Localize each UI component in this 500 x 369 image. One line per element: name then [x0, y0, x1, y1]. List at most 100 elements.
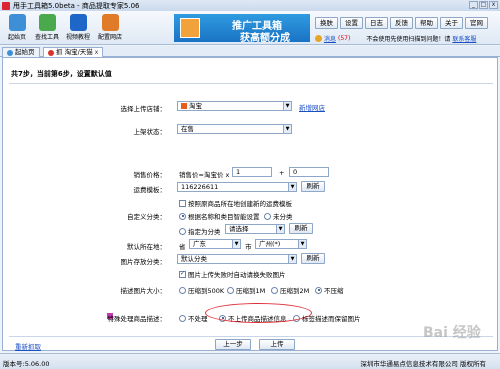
image-replace-option[interactable]: 图片上传失败时自动请换失败图片 [179, 269, 286, 279]
compress-2m-option[interactable]: 压缩到2M [271, 285, 309, 295]
province-select[interactable]: 广东 ▼ [189, 239, 241, 249]
minimize-button[interactable]: _ [469, 1, 478, 9]
no-process-option[interactable]: 不处理 [179, 313, 208, 323]
chevron-down-icon: ▼ [232, 240, 240, 248]
app-icon [2, 1, 10, 10]
toolbox-icon [180, 18, 200, 38]
menu-website-button[interactable]: 官网 [465, 17, 488, 29]
toolbar-video-button[interactable]: 视频教程 [64, 14, 92, 41]
category-select[interactable]: 请选择 ▼ [225, 224, 285, 234]
menu-feedback-button[interactable]: 反馈 [390, 17, 413, 29]
message-count: (57) [338, 35, 351, 42]
new-shop-link[interactable]: 新增网店 [299, 102, 325, 112]
menu-about-button[interactable]: 关于 [440, 17, 463, 29]
price-multiplier-input[interactable]: 1 [232, 167, 272, 177]
category-smart-option[interactable]: 根据名称和类目智能设置 [179, 211, 260, 221]
toolbar-home-button[interactable]: 起始页 [3, 14, 31, 41]
category-specified-option[interactable]: 指定为分类 [179, 226, 221, 236]
city-prefix: 市 [245, 243, 252, 251]
radio[interactable] [179, 227, 186, 235]
tab-label: 抓 淘宝/天猫 [56, 48, 93, 56]
reset-grab-link[interactable]: 重新抓取 [15, 341, 41, 351]
toolbar-find-tool-button[interactable]: 查找工具 [33, 14, 61, 41]
status-value: 在售 [181, 125, 194, 133]
no-compress-option[interactable]: 不压缩 [315, 285, 344, 295]
shop-config-icon [101, 14, 119, 31]
option-label: 根据名称和类目智能设置 [188, 213, 260, 221]
tab-start-page[interactable]: 起始页 [2, 47, 40, 57]
menu-help-button[interactable]: 帮助 [415, 17, 438, 29]
price-add-input[interactable]: 0 [289, 167, 329, 177]
chevron-down-icon: ▼ [283, 102, 291, 110]
radio[interactable] [271, 286, 278, 294]
image-category-select[interactable]: 默认分类 ▼ [177, 254, 297, 264]
compress-1m-option[interactable]: 压缩到1M [227, 285, 265, 295]
tab-close-icon[interactable]: x [95, 48, 99, 57]
shipping-value: 116226611 [181, 183, 219, 191]
compress-label: 描述图片大小： [120, 287, 167, 295]
checkbox[interactable] [179, 270, 186, 278]
radio[interactable] [315, 286, 322, 294]
shop-value: 淘宝 [189, 102, 202, 110]
messages-link[interactable]: 消息 [324, 34, 336, 43]
option-label: 未分类 [273, 213, 293, 221]
refresh-image-category-button[interactable]: 刷新 [301, 253, 325, 264]
menu-skin-button[interactable]: 换肤 [315, 17, 338, 29]
prev-step-button[interactable]: 上一步 [215, 339, 251, 350]
message-line: 消息 (57) 不会使用先使用扫描到问题！请 联系客服 [315, 34, 476, 43]
maximize-button[interactable]: □ [479, 1, 488, 9]
home-icon [7, 49, 13, 56]
compress-500k-option[interactable]: 压缩到500K [179, 285, 224, 295]
category-uncategorized-option[interactable]: 未分类 [264, 211, 293, 221]
city-select[interactable]: 广州(*) ▼ [255, 239, 307, 249]
radio[interactable] [179, 314, 186, 322]
step-title: 共7步，当前第6步，设置默认值 [11, 70, 112, 78]
title-bar: 甩手工具箱5.0beta - 商品提取专家5.06 _ □ x [0, 0, 500, 11]
divider [9, 83, 493, 84]
toolbar-shop-config-button[interactable]: 配置网店 [96, 14, 124, 41]
option-label: 不压缩 [324, 287, 344, 295]
copyright-text: 深圳市华通易点信息技术有限公司 版权所有 [360, 360, 486, 368]
window-controls: _ □ x [469, 1, 498, 9]
upload-button[interactable]: 上传 [259, 339, 295, 350]
shipping-by-location-option[interactable]: 按照原商品所在地创建新的运费模板 [179, 198, 292, 208]
category-label: 自定义分类： [127, 213, 166, 221]
home-icon [8, 14, 26, 31]
notice-text: 不会使用先使用扫描到问题！请 [366, 36, 451, 43]
video-icon [69, 14, 87, 31]
plus-sign: + [279, 169, 285, 177]
image-category-value: 默认分类 [181, 255, 207, 263]
shop-select[interactable]: 淘宝 ▼ [177, 101, 292, 111]
tab-bar: 起始页 抓 淘宝/天猫 x [0, 46, 500, 57]
promo-banner[interactable]: 推广工具箱 获高额分成 [174, 14, 310, 44]
option-label: 按照原商品所在地创建新的运费模板 [188, 200, 292, 208]
taobao-icon [181, 103, 187, 109]
shipping-template-select[interactable]: 116226611 ▼ [177, 182, 297, 192]
status-bar: 版本号:5.06.00 深圳市华通易点信息技术有限公司 版权所有 [0, 353, 500, 369]
option-label: 不处理 [188, 315, 208, 323]
refresh-category-button[interactable]: 刷新 [289, 223, 313, 234]
banner-line2: 获高额分成 [240, 33, 290, 44]
find-tool-icon [38, 14, 56, 31]
checkbox[interactable] [179, 199, 186, 207]
city-value: 广州(*) [259, 240, 281, 248]
province-value: 广东 [193, 240, 206, 248]
option-label: 压缩到2M [280, 287, 310, 295]
tab-taobao-tmall[interactable]: 抓 淘宝/天猫 x [43, 47, 104, 57]
option-label: 压缩到500K [188, 287, 225, 295]
radio[interactable] [227, 286, 234, 294]
version-text: 版本号:5.06.00 [3, 360, 50, 368]
radio[interactable] [179, 286, 186, 294]
menu-settings-button[interactable]: 设置 [340, 17, 363, 29]
radio[interactable] [179, 212, 186, 220]
option-label: 图片上传失败时自动请换失败图片 [188, 271, 286, 279]
highlight-ellipse [205, 303, 312, 323]
tab-label: 起始页 [15, 48, 35, 56]
refresh-shipping-button[interactable]: 刷新 [301, 181, 325, 192]
price-label: 销售价格： [133, 171, 167, 179]
close-button[interactable]: x [489, 1, 498, 9]
contact-support-link[interactable]: 联系客服 [452, 34, 476, 43]
radio[interactable] [264, 212, 271, 220]
status-select[interactable]: 在售 ▼ [177, 124, 292, 134]
menu-log-button[interactable]: 日志 [365, 17, 388, 29]
